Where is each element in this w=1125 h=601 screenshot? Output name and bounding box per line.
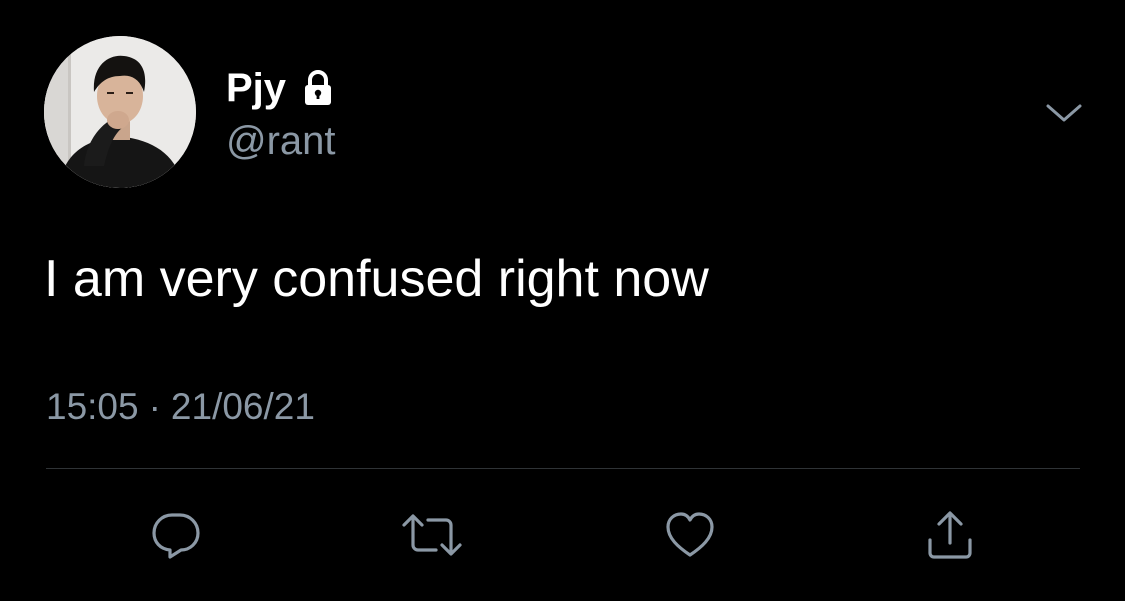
profile-photo [44,36,196,188]
reply-button[interactable] [144,505,208,565]
tweet-time: 15:05 [46,386,139,427]
heart-icon [666,512,714,557]
meta-separator: · [148,386,161,427]
share-button[interactable] [918,505,982,565]
tweet-date: 21/06/21 [170,386,315,427]
tweet-text: I am very confused right now [44,250,709,308]
divider [46,468,1080,469]
author-name-row: Pjy [226,66,338,110]
reply-icon [152,513,200,559]
tweet-timestamp[interactable]: 15:05 · 21/06/21 [46,385,315,429]
lock-icon [298,68,338,108]
tweet-detail: Pjy @rant I am very confused right now 1… [0,0,1125,601]
share-icon [928,511,972,559]
author-handle[interactable]: @rant [226,118,336,164]
like-button[interactable] [658,505,722,565]
chevron-down-icon [1046,104,1082,122]
tweet-menu-button[interactable] [1038,96,1090,136]
author-display-name[interactable]: Pjy [226,66,286,110]
avatar[interactable] [44,36,196,188]
retweet-button[interactable] [400,505,464,565]
retweet-icon [402,514,462,556]
